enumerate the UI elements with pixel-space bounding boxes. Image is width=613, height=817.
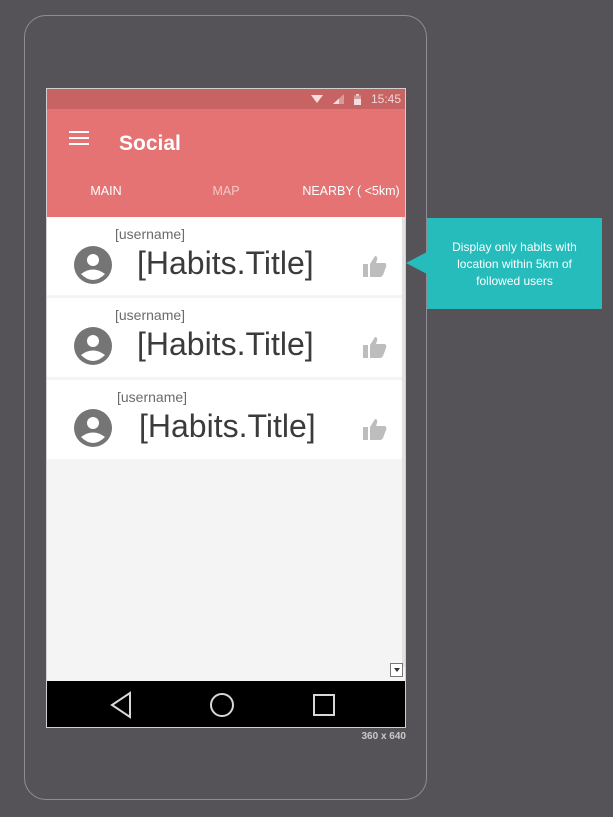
status-time: 15:45 xyxy=(370,92,401,106)
battery-icon xyxy=(353,93,361,105)
status-bar: 15:45 xyxy=(47,89,405,109)
tab-bar: MAIN MAP NEARBY ( <5km) xyxy=(47,184,405,216)
recent-apps-icon[interactable] xyxy=(312,691,336,719)
phone-screen: 15:45 Social MAIN MAP NEARBY ( <5km) [us… xyxy=(46,88,406,728)
home-icon[interactable] xyxy=(208,691,236,719)
list-item[interactable]: [username] [Habits.Title] xyxy=(47,380,404,459)
thumbs-up-icon[interactable] xyxy=(363,418,387,440)
hamburger-menu-icon[interactable] xyxy=(69,131,91,149)
username-label: [username] xyxy=(115,226,186,242)
list-item[interactable]: [username] [Habits.Title] xyxy=(47,217,404,295)
habit-title: [Habits.Title] xyxy=(137,245,314,281)
annotation-pointer xyxy=(406,252,427,274)
avatar-icon xyxy=(74,327,112,365)
scrollbar-track[interactable] xyxy=(402,217,405,667)
tab-map[interactable]: MAP xyxy=(197,184,255,198)
tab-nearby[interactable]: NEARBY ( <5km) xyxy=(295,184,405,198)
scroll-down-arrow-icon[interactable] xyxy=(390,663,403,677)
thumbs-up-icon[interactable] xyxy=(363,336,387,358)
habit-feed-list: [username] [Habits.Title] [username] [Ha… xyxy=(47,217,404,462)
username-label: [username] xyxy=(115,307,186,323)
wifi-icon xyxy=(310,95,323,103)
back-icon[interactable] xyxy=(109,691,133,719)
android-navigation-bar xyxy=(47,681,405,727)
frame-size-label: 360 x 640 xyxy=(361,731,407,742)
cellular-signal-icon xyxy=(332,94,344,104)
avatar-icon xyxy=(74,409,112,447)
app-bar: Social MAIN MAP NEARBY ( <5km) xyxy=(47,109,405,217)
annotation-callout: Display only habits with location within… xyxy=(427,218,602,309)
tab-main[interactable]: MAIN xyxy=(73,184,139,198)
habit-title: [Habits.Title] xyxy=(139,408,316,444)
username-label: [username] xyxy=(117,389,188,405)
habit-title: [Habits.Title] xyxy=(137,326,314,362)
list-item[interactable]: [username] [Habits.Title] xyxy=(47,298,404,377)
avatar-icon xyxy=(74,246,112,284)
app-title: Social xyxy=(119,132,181,155)
thumbs-up-icon[interactable] xyxy=(363,255,387,277)
